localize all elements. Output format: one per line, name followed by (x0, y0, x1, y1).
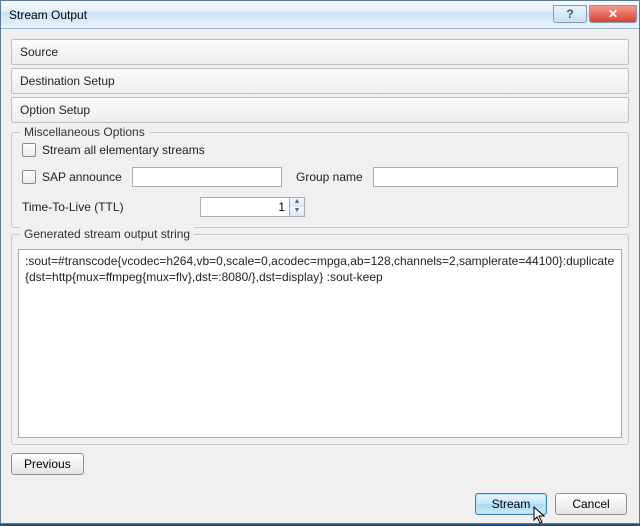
close-button[interactable]: ✕ (589, 5, 637, 23)
ttl-up-icon[interactable]: ▲ (290, 198, 304, 207)
previous-button[interactable]: Previous (11, 453, 84, 475)
group-name-input[interactable] (373, 167, 618, 187)
misc-group-title: Miscellaneous Options (20, 125, 149, 139)
sap-input[interactable] (132, 167, 282, 187)
cancel-button[interactable]: Cancel (555, 493, 627, 515)
sap-checkbox[interactable] (22, 170, 36, 184)
ttl-row: Time-To-Live (TTL) ▲ ▼ (22, 197, 618, 217)
group-name-label: Group name (296, 170, 363, 184)
client-area: Source Destination Setup Option Setup Mi… (1, 29, 639, 523)
ttl-label: Time-To-Live (TTL) (22, 200, 190, 214)
stream-all-label: Stream all elementary streams (42, 143, 205, 157)
sap-label: SAP announce (42, 170, 122, 184)
ttl-spinner: ▲ ▼ (200, 197, 305, 217)
accordion-source[interactable]: Source (11, 39, 629, 65)
generated-output[interactable]: :sout=#transcode{vcodec=h264,vb=0,scale=… (18, 249, 622, 438)
titlebar-buttons: ? ✕ (551, 6, 637, 23)
misc-group: Miscellaneous Options Stream all element… (11, 132, 629, 228)
generated-title: Generated stream output string (20, 227, 194, 241)
help-button[interactable]: ? (553, 5, 587, 23)
accordion-destination[interactable]: Destination Setup (11, 68, 629, 94)
dialog-actions: Stream Cancel (11, 493, 629, 515)
sap-row: SAP announce Group name (22, 167, 618, 187)
stream-all-row: Stream all elementary streams (22, 143, 618, 157)
window-title: Stream Output (9, 8, 551, 22)
ttl-down-icon[interactable]: ▼ (290, 207, 304, 216)
stream-all-checkbox[interactable] (22, 143, 36, 157)
stream-button[interactable]: Stream (475, 493, 547, 515)
accordion-option[interactable]: Option Setup (11, 97, 629, 123)
titlebar: Stream Output ? ✕ (1, 1, 639, 29)
generated-group: Generated stream output string :sout=#tr… (11, 234, 629, 445)
ttl-input[interactable] (200, 197, 290, 217)
previous-row: Previous (11, 453, 629, 475)
dialog-window: Stream Output ? ✕ Source Destination Set… (0, 0, 640, 524)
ttl-spin-buttons: ▲ ▼ (290, 197, 305, 217)
